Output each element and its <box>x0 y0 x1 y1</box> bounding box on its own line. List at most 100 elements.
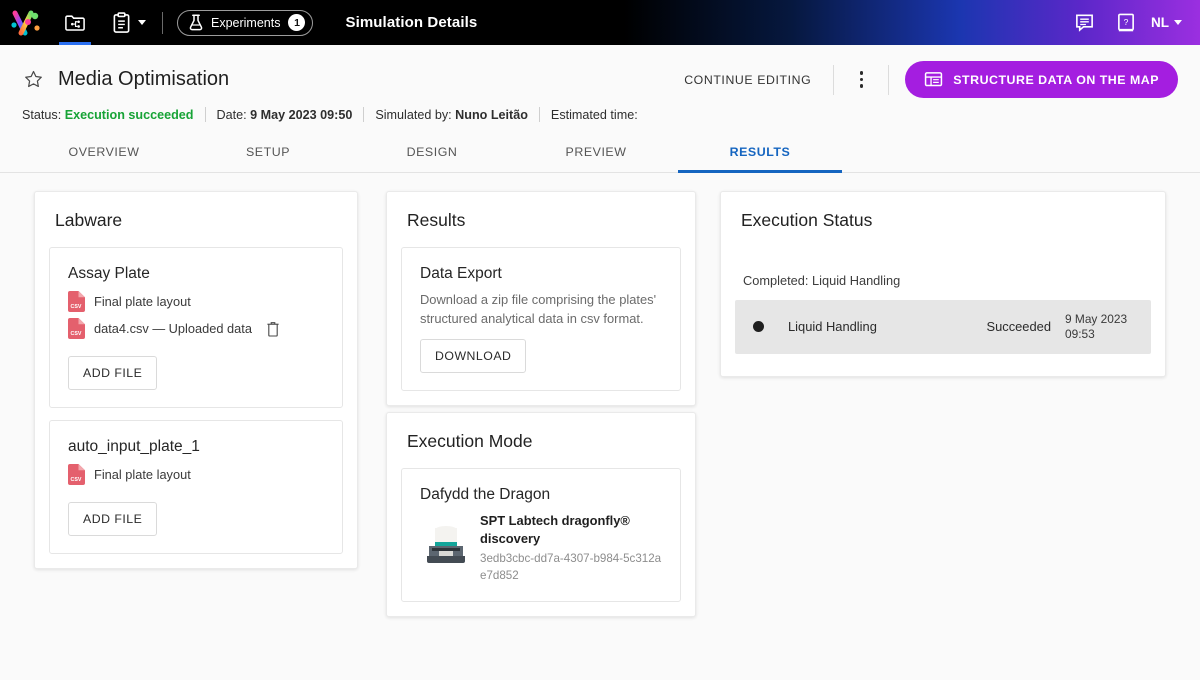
results-card-body: Data Export Download a zip file comprisi… <box>387 247 695 405</box>
results-card-title: Results <box>387 192 695 247</box>
favourite-star-button[interactable] <box>22 69 44 91</box>
add-file-button[interactable]: ADD FILE <box>68 356 157 390</box>
labware-file-label: data4.csv — Uploaded data <box>94 321 252 336</box>
svg-text:CSV: CSV <box>71 477 82 483</box>
simulation-tabs: OVERVIEW SETUP DESIGN PREVIEW RESULTS <box>22 133 1178 172</box>
tab-design[interactable]: DESIGN <box>350 133 514 172</box>
labware-item-auto-input-plate-1: auto_input_plate_1 CSV Final plate layou… <box>49 420 343 554</box>
structure-button-label: STRUCTURE DATA ON THE MAP <box>953 73 1159 87</box>
table-view-icon <box>924 71 943 88</box>
delete-file-button[interactable] <box>266 321 280 337</box>
labware-file-row: CSV data4.csv — Uploaded data <box>68 318 324 339</box>
device-illustration <box>420 516 472 568</box>
svg-text:CSV: CSV <box>71 304 82 310</box>
date-label: Date: <box>217 108 247 122</box>
dot <box>860 78 864 82</box>
data-export-description: Download a zip file comprising the plate… <box>420 291 662 328</box>
divider <box>888 65 889 95</box>
more-options-button[interactable] <box>844 63 878 97</box>
divider <box>833 65 834 95</box>
status-meta: Status: Execution succeeded <box>22 108 194 122</box>
csv-file-icon: CSV <box>68 291 85 312</box>
data-export-title: Data Export <box>420 265 662 283</box>
structure-data-on-map-button[interactable]: STRUCTURE DATA ON THE MAP <box>905 61 1178 98</box>
status-badge: Execution succeeded <box>65 108 194 122</box>
csv-icon-glyph: CSV <box>68 291 85 312</box>
divider <box>363 107 364 122</box>
labware-file-label: Final plate layout <box>94 294 191 309</box>
download-button[interactable]: DOWNLOAD <box>420 339 526 373</box>
csv-file-icon: CSV <box>68 318 85 339</box>
simulated-by-label: Simulated by: <box>375 108 451 122</box>
nav-icon-group <box>52 0 152 45</box>
simulation-title: Media Optimisation <box>58 68 229 91</box>
status-label: Status: <box>22 108 61 122</box>
execution-completed-text: Completed: Liquid Handling <box>721 247 1165 300</box>
data-export-box: Data Export Download a zip file comprisi… <box>401 247 681 391</box>
execution-status-column: Execution Status Completed: Liquid Handl… <box>708 191 1200 675</box>
execution-step-date: 9 May 2023 <box>1065 312 1135 327</box>
labware-file-row: CSV Final plate layout <box>68 464 324 485</box>
topnav-right-group: ? NL <box>1063 0 1200 45</box>
execution-status-card: Execution Status Completed: Liquid Handl… <box>720 191 1166 377</box>
synthace-logo[interactable] <box>0 0 52 45</box>
chevron-down-icon <box>1174 20 1182 25</box>
labware-file-label: Final plate layout <box>94 467 191 482</box>
user-menu-button[interactable]: NL <box>1147 15 1190 30</box>
page-title: Simulation Details <box>345 14 477 31</box>
device-box: Dafydd the Dragon <box>401 468 681 602</box>
execution-mode-card: Execution Mode Dafydd the Dragon <box>386 412 696 617</box>
device-uuid: 3edb3cbc-dd7a-4307-b984-5c312ae7d852 <box>480 551 662 584</box>
execution-step-name: Liquid Handling <box>788 319 877 334</box>
execution-step-time: 09:53 <box>1065 327 1135 342</box>
labware-item-name: auto_input_plate_1 <box>68 438 324 456</box>
experiments-pill-button[interactable]: Experiments 1 <box>177 10 313 36</box>
execution-step-state: Succeeded <box>986 319 1051 334</box>
flask-icon <box>189 14 203 31</box>
execution-mode-card-title: Execution Mode <box>387 413 695 468</box>
svg-text:?: ? <box>1124 17 1129 27</box>
execution-status-row[interactable]: Liquid Handling Succeeded 9 May 2023 09:… <box>735 300 1151 354</box>
dot <box>860 71 864 75</box>
execution-status-card-title: Execution Status <box>721 192 1165 247</box>
help-button[interactable]: ? <box>1105 0 1147 45</box>
dragonfly-device-image <box>420 516 472 568</box>
results-card: Results Data Export Download a zip file … <box>386 191 696 406</box>
estimated-time-meta: Estimated time: <box>551 108 638 122</box>
simulation-meta: Status: Execution succeeded Date: 9 May … <box>22 107 1178 122</box>
trash-icon <box>266 321 280 337</box>
labware-card-body: Assay Plate CSV Final plate layout <box>35 247 357 568</box>
protocols-clipboard-nav-button[interactable] <box>98 0 144 45</box>
notes-button[interactable] <box>1063 0 1105 45</box>
continue-editing-button[interactable]: CONTINUE EDITING <box>672 65 823 95</box>
star-outline-icon <box>24 70 43 89</box>
tab-setup[interactable]: SETUP <box>186 133 350 172</box>
filled-circle-icon <box>753 321 764 332</box>
divider <box>539 107 540 122</box>
results-content: Labware Assay Plate CSV Final plate layo… <box>0 173 1200 675</box>
dot <box>860 84 864 88</box>
csv-icon-glyph: CSV <box>68 464 85 485</box>
results-column: Results Data Export Download a zip file … <box>372 191 708 675</box>
workflow-folder-icon <box>64 13 86 33</box>
user-initials: NL <box>1151 15 1169 30</box>
add-file-button[interactable]: ADD FILE <box>68 502 157 536</box>
tab-overview[interactable]: OVERVIEW <box>22 133 186 172</box>
device-row: SPT Labtech dragonfly® discovery 3edb3cb… <box>420 512 662 584</box>
workflow-folder-nav-button[interactable] <box>52 0 98 45</box>
help-book-icon: ? <box>1116 12 1136 33</box>
logo-icon <box>11 9 41 37</box>
experiments-count-badge: 1 <box>288 14 305 31</box>
tab-results[interactable]: RESULTS <box>678 133 842 172</box>
svg-text:CSV: CSV <box>71 331 82 337</box>
notes-icon <box>1074 12 1095 33</box>
device-model: SPT Labtech dragonfly® discovery <box>480 513 630 546</box>
device-alias: Dafydd the Dragon <box>420 486 662 504</box>
title-row: Media Optimisation CONTINUE EDITING STRU… <box>22 61 1178 98</box>
nav-divider <box>162 12 163 34</box>
execution-step-timestamp: 9 May 2023 09:53 <box>1065 312 1135 342</box>
simulated-by-meta: Simulated by: Nuno Leitão <box>375 108 528 122</box>
tab-preview[interactable]: PREVIEW <box>514 133 678 172</box>
csv-icon-glyph: CSV <box>68 318 85 339</box>
divider <box>205 107 206 122</box>
